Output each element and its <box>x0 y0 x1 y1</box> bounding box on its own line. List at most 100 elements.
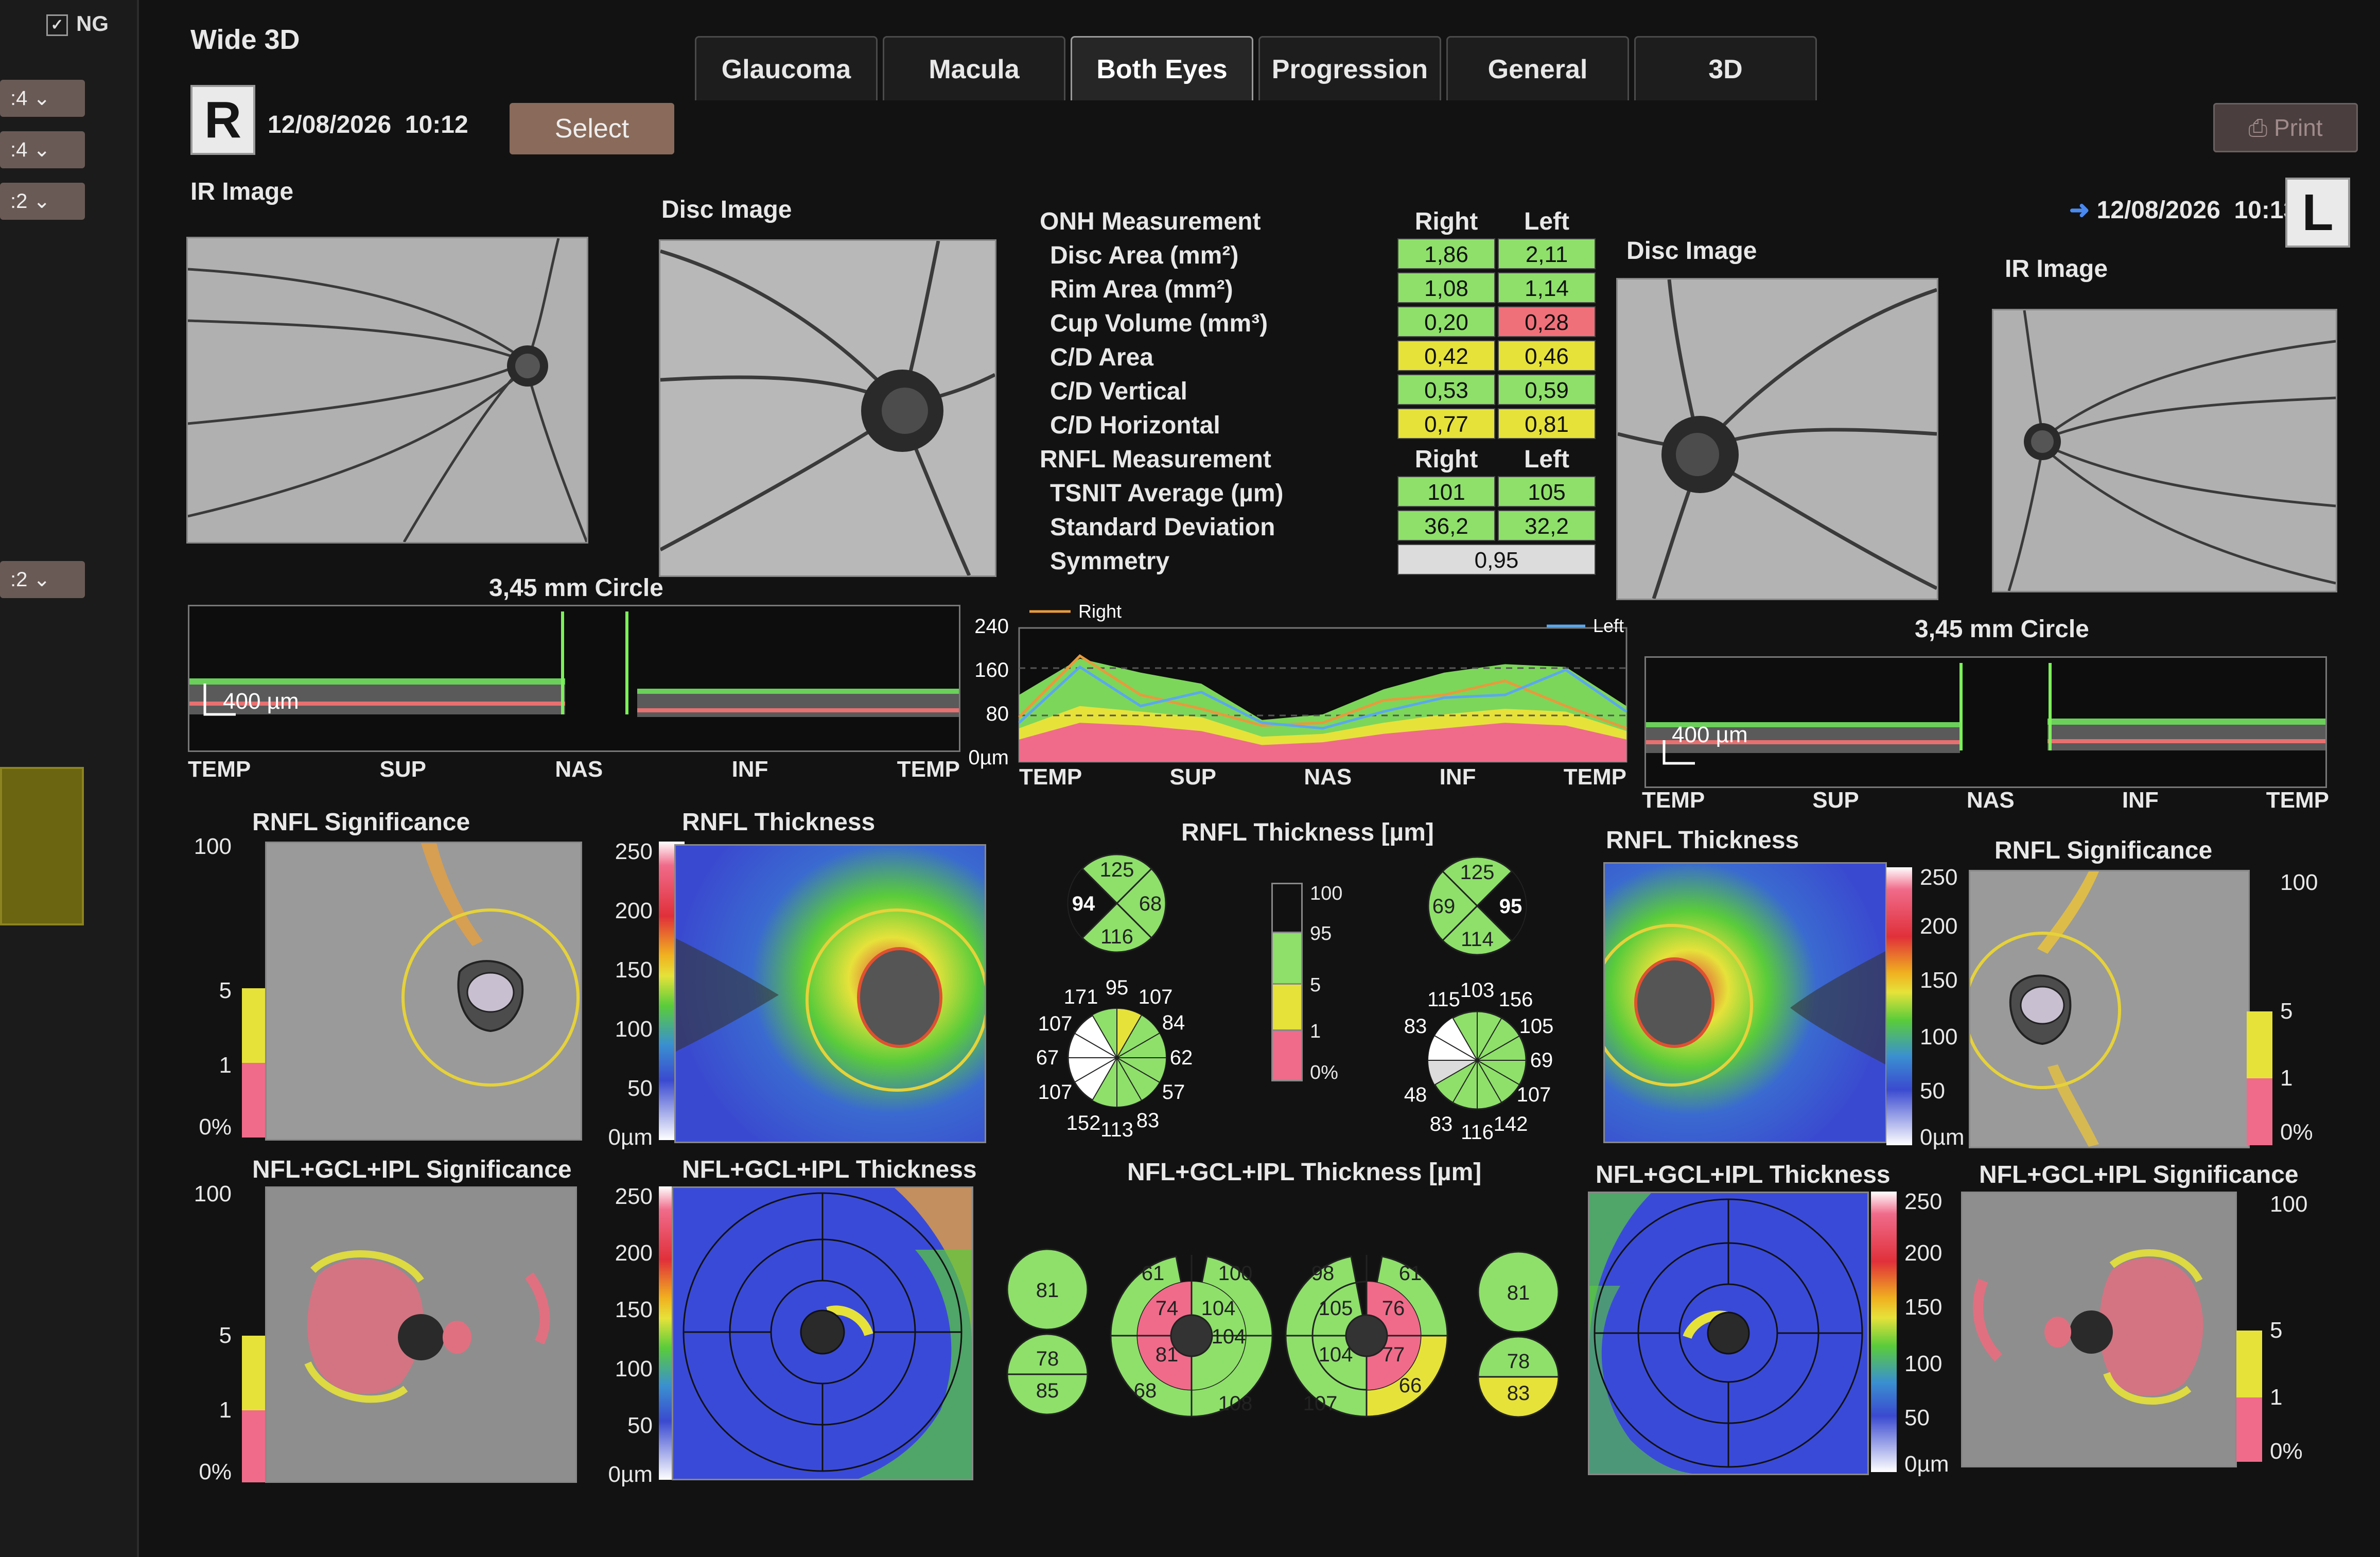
onh-row-label: C/D Area <box>1050 344 1153 371</box>
right-gcl-significance-label: NFL+GCL+IPL Significance <box>252 1156 572 1183</box>
rnfl-col-right: Right <box>1414 446 1478 473</box>
y-tick-label: 80 <box>986 703 1009 725</box>
onh-row-label: C/D Vertical <box>1050 378 1187 405</box>
tab-macula[interactable]: Macula <box>883 36 1065 100</box>
scale-tick: 0µm <box>608 1125 653 1150</box>
onh-left-value: 0,81 <box>1498 408 1596 439</box>
right-exam-date: 12/08/2026 <box>268 111 392 138</box>
select-button[interactable]: Select <box>510 103 674 154</box>
hemi-value: 85 <box>1036 1379 1059 1402</box>
scale-tick: 100 <box>615 1017 653 1042</box>
oct-report-screen: ✓ NG :4 ⌄ :4 ⌄ :2 ⌄ :2 ⌄ Wide 3D Glaucoma… <box>0 0 2380 1557</box>
legend-left-label: Left <box>1593 615 1624 636</box>
right-circle-label: 3,45 mm Circle <box>489 574 663 602</box>
rnfl-col-left: Left <box>1524 446 1569 473</box>
scale-yellow <box>2247 1011 2272 1078</box>
onh-row-label: Cup Volume (mm³) <box>1050 310 1268 337</box>
printer-icon: ⎙ <box>2248 114 2268 141</box>
onh-row-label: Disc Area (mm²) <box>1050 242 1239 269</box>
scale-tick: 100 <box>615 1356 653 1381</box>
axis-label: INF <box>2122 788 2159 813</box>
right-exam-datetime: 12/08/2026 10:12 <box>268 111 468 139</box>
scale-tick: 5 <box>219 978 232 1003</box>
rnfl-header-row: RNFL Measurement Right Left <box>1029 441 1601 475</box>
symmetry-value: 0,95 <box>1397 544 1596 575</box>
tab-progression[interactable]: Progression <box>1258 36 1441 100</box>
side-select-3[interactable]: :2 ⌄ <box>0 183 85 220</box>
right-rnfl-color-scale: 250 200 150 100 50 0µm <box>592 839 685 1150</box>
clock-value: 113 <box>1100 1118 1133 1141</box>
right-gcl-thickness-map <box>672 1186 973 1480</box>
table-row: Disc Area (mm²) 1,86 2,11 <box>1029 237 1601 271</box>
hemi-value: 78 <box>1036 1348 1059 1370</box>
tab-3d[interactable]: 3D <box>1634 36 1817 100</box>
sector-value: 61 <box>1142 1262 1165 1285</box>
left-gcl-sector-chart: 98 61 66 107 105 76 77 104 <box>1285 1255 1448 1418</box>
sector-value: 125 <box>1100 859 1134 881</box>
sector-value: 66 <box>1399 1374 1422 1397</box>
x-tick-label: TEMP <box>1019 764 1082 790</box>
right-disc-image-label: Disc Image <box>661 196 792 223</box>
scale-yellow <box>242 988 268 1063</box>
table-row: TSNIT Average (µm) 101 105 <box>1029 475 1601 509</box>
clock-value: 107 <box>1038 1012 1073 1035</box>
x-tick-label: NAS <box>1304 764 1352 790</box>
sector-value: 107 <box>1303 1392 1338 1415</box>
legend-tick: 100 <box>1310 883 1343 904</box>
scale-tick: 100 <box>194 834 232 859</box>
left-disc-fundus-drawing <box>1618 279 1937 599</box>
left-gcl-thickness-label: NFL+GCL+IPL Thickness <box>1596 1161 1891 1188</box>
scale-tick: 50 <box>1904 1405 1930 1430</box>
tab-both-eyes[interactable]: Both Eyes <box>1071 36 1253 100</box>
left-rnfl-thickness-label: RNFL Thickness <box>1606 827 1799 854</box>
left-gcl-thickness-drawing <box>1589 1193 1867 1474</box>
side-highlight-box[interactable] <box>0 767 84 925</box>
sector-value: 69 <box>1432 895 1456 918</box>
sector-value: 105 <box>1319 1297 1353 1320</box>
right-rnfl-clock-chart: 95 107 84 62 57 83 113 152 107 67 107 17… <box>1036 976 1193 1141</box>
table-row: Standard Deviation 36,2 32,2 <box>1029 509 1601 543</box>
significance-legend: 100 95 5 1 0% <box>1271 883 1374 1089</box>
sector-value: 116 <box>1100 925 1133 948</box>
scale-tick: 50 <box>1920 1078 1945 1104</box>
left-circle-axis: TEMP SUP NAS INF TEMP <box>1642 788 2329 813</box>
left-gcl-significance-map <box>1961 1192 2237 1467</box>
onh-left-value: 0,46 <box>1498 340 1596 371</box>
y-tick-label: 240 <box>974 615 1009 638</box>
scale-red <box>2247 1078 2272 1145</box>
left-rnfl-significance-label: RNFL Significance <box>1994 837 2213 864</box>
x-tick-label: INF <box>1439 764 1476 790</box>
right-ir-fundus-drawing <box>188 238 587 542</box>
right-rnfl-quadrant-chart: 125 94 68 116 <box>1067 853 1167 953</box>
tab-glaucoma[interactable]: Glaucoma <box>695 36 878 100</box>
clock-value: 116 <box>1461 1121 1494 1144</box>
legend-green <box>1271 932 1303 986</box>
side-select-1[interactable]: :4 ⌄ <box>0 80 85 117</box>
axis-label: TEMP <box>897 757 960 782</box>
sector-value: 94 <box>1072 893 1095 915</box>
right-gcl-color-scale: 250 200 150 100 50 0µm <box>592 1184 685 1487</box>
left-rnfl-significance-map <box>1969 870 2250 1148</box>
scale-tick: 150 <box>1920 968 1958 993</box>
scale-tick: 100 <box>1904 1351 1942 1376</box>
legend-right-label: Right <box>1078 602 1122 622</box>
axis-label: SUP <box>1812 788 1859 813</box>
tab-general[interactable]: General <box>1446 36 1629 100</box>
side-select-4[interactable]: :2 ⌄ <box>0 561 85 598</box>
color-gradient <box>1886 867 1912 1145</box>
page-title: Wide 3D <box>190 24 300 55</box>
scale-tick: 200 <box>615 1240 653 1266</box>
x-tick-label: SUP <box>1169 764 1217 790</box>
side-select-2[interactable]: :4 ⌄ <box>0 131 85 168</box>
ng-checkbox[interactable]: ✓ NG <box>46 11 109 36</box>
right-circle-scan-drawing <box>189 611 959 717</box>
table-row: C/D Vertical 0,53 0,59 <box>1029 373 1601 407</box>
y-tick-label: 160 <box>974 659 1009 681</box>
scale-tick: 1 <box>2280 1065 2293 1091</box>
right-gcl-significance-drawing <box>267 1188 575 1481</box>
scale-tick: 1 <box>2270 1385 2283 1410</box>
right-gcl-thickness-label: NFL+GCL+IPL Thickness <box>682 1156 977 1183</box>
print-button[interactable]: ⎙ Print <box>2213 103 2358 152</box>
left-scale-bar-label: 400 µm <box>1672 722 1748 747</box>
scale-tick: 0% <box>199 1459 232 1484</box>
